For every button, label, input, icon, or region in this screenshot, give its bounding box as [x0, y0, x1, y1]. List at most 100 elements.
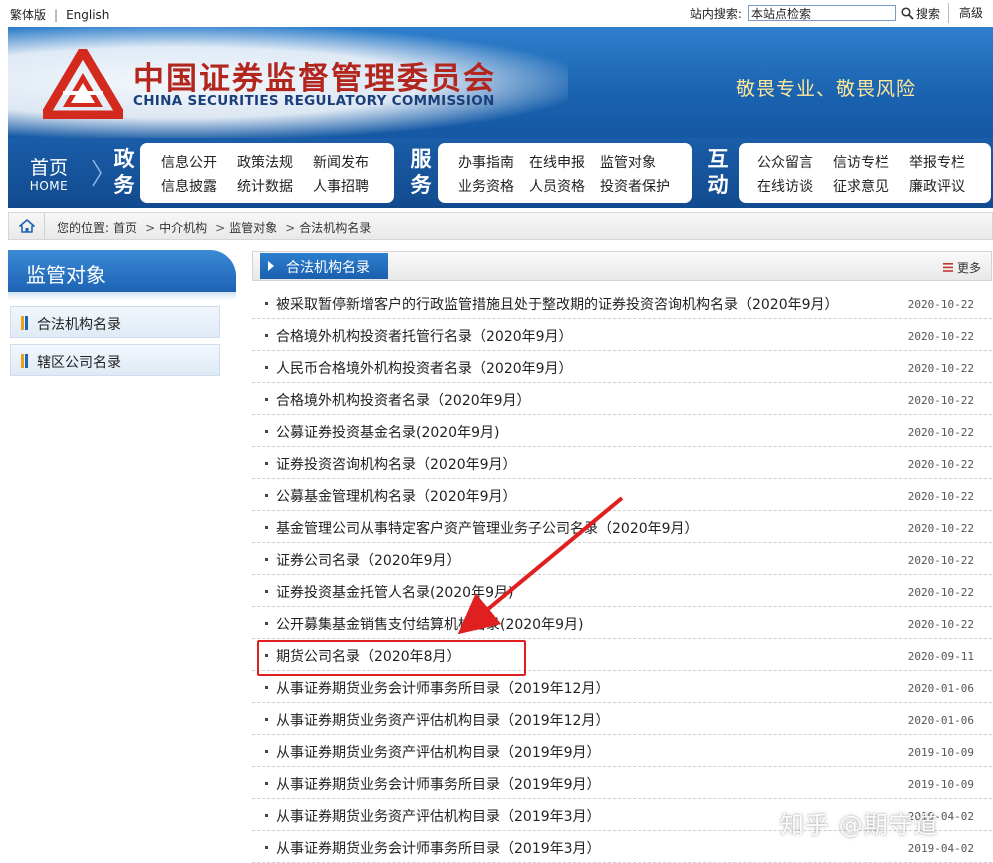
list-item[interactable]: 从事证券期货业务会计师事务所目录（2019年12月） 2020-01-06 — [252, 671, 992, 703]
nav-item-solicit-opinions[interactable]: 征求意见 — [833, 176, 909, 196]
nav-item-online-filing[interactable]: 在线申报 — [529, 152, 600, 172]
breadcrumb-item[interactable]: 监管对象 — [229, 221, 277, 235]
sidebar-item-label: 辖区公司名录 — [37, 355, 121, 371]
list-icon — [942, 263, 953, 272]
list-item-title[interactable]: 从事证券期货业务会计师事务所目录（2019年3月） — [276, 838, 601, 858]
sidebar-item-legal-institutions[interactable]: 合法机构名录 — [10, 306, 220, 338]
nav-home[interactable]: 首页 HOME — [8, 138, 90, 208]
sidebar-item-regional-companies[interactable]: 辖区公司名录 — [10, 344, 220, 376]
nav-item-petition[interactable]: 信访专栏 — [833, 152, 909, 172]
list-item-date: 2020-10-22 — [907, 490, 974, 503]
list-item[interactable]: 证券投资基金托管人名录(2020年9月) 2020-10-22 — [252, 575, 992, 607]
list-item[interactable]: 合格境外机构投资者名录（2020年9月） 2020-10-22 — [252, 383, 992, 415]
list-item-title[interactable]: 证券投资基金托管人名录(2020年9月) — [276, 582, 513, 602]
list-item-title[interactable]: 公募证券投资基金名录(2020年9月) — [276, 422, 499, 442]
list-item[interactable]: 基金管理公司从事特定客户资产管理业务子公司名录（2020年9月） 2020-10-… — [252, 511, 992, 543]
bullet-icon — [265, 590, 268, 593]
bullet-icon — [265, 782, 268, 785]
more-label: 更多 — [956, 261, 981, 275]
nav-item-integrity-review[interactable]: 廉政评议 — [909, 176, 965, 196]
breadcrumb-home[interactable] — [9, 213, 45, 239]
nav-item-report[interactable]: 举报专栏 — [909, 152, 965, 172]
list-item-title[interactable]: 证券投资咨询机构名录（2020年9月） — [276, 454, 517, 474]
list-item[interactable]: 从事证券期货业务资产评估机构目录（2019年12月） 2020-01-06 — [252, 703, 992, 735]
list-item-title[interactable]: 期货公司名录（2020年8月） — [276, 646, 461, 666]
bullet-icon — [265, 494, 268, 497]
nav-item-news[interactable]: 新闻发布 — [313, 152, 369, 172]
nav-item-online-interview[interactable]: 在线访谈 — [757, 176, 833, 196]
site-search: 站内搜索: 搜索 高级 — [690, 3, 993, 23]
traditional-chinese-link[interactable]: 繁体版 — [10, 8, 46, 22]
breadcrumb-separator: > — [215, 221, 226, 235]
advanced-search-link[interactable]: 高级 — [947, 3, 993, 23]
nav-item-public-message[interactable]: 公众留言 — [757, 152, 833, 172]
bullet-icon — [265, 846, 268, 849]
bullet-icon — [265, 302, 268, 305]
site-slogan: 敬畏专业、敬畏风险 — [736, 78, 917, 100]
search-button[interactable]: 搜索 — [901, 5, 940, 22]
sidebar-title: 监管对象 — [8, 250, 236, 292]
list-item[interactable]: 公募证券投资基金名录(2020年9月) 2020-10-22 — [252, 415, 992, 447]
list-title: 合法机构名录 — [286, 260, 370, 276]
nav-item-personnel-qualification[interactable]: 人员资格 — [529, 176, 600, 196]
nav-item-statistics[interactable]: 统计数据 — [237, 176, 313, 196]
list-item[interactable]: 人民币合格境外机构投资者名录（2020年9月） 2020-10-22 — [252, 351, 992, 383]
list-item-title[interactable]: 证券公司名录（2020年9月） — [276, 550, 461, 570]
list-item-title[interactable]: 从事证券期货业务资产评估机构目录（2019年3月） — [276, 806, 601, 826]
list-item-title[interactable]: 从事证券期货业务资产评估机构目录（2019年12月） — [276, 710, 609, 730]
breadcrumb-item-current[interactable]: 合法机构名录 — [299, 221, 371, 235]
list-item-date: 2020-10-22 — [907, 426, 974, 439]
csrc-logo-icon[interactable] — [43, 49, 123, 119]
search-input[interactable] — [747, 5, 896, 21]
list-item[interactable]: 公开募集基金销售支付结算机构名录(2020年9月) 2020-10-22 — [252, 607, 992, 639]
list-item-title[interactable]: 被采取暂停新增客户的行政监管措施且处于整改期的证券投资咨询机构名录（2020年9… — [276, 294, 839, 314]
list-item[interactable]: 合格境外机构投资者托管行名录（2020年9月） 2020-10-22 — [252, 319, 992, 351]
list-item-title[interactable]: 人民币合格境外机构投资者名录（2020年9月） — [276, 358, 573, 378]
nav-item-business-qualification[interactable]: 业务资格 — [458, 176, 529, 196]
nav-item-investor-protection[interactable]: 投资者保护 — [600, 176, 670, 196]
bar-marker-icon — [21, 316, 29, 330]
language-switch: 繁体版 | English — [10, 6, 109, 23]
list-item-title[interactable]: 合格境外机构投资者托管行名录（2020年9月） — [276, 326, 573, 346]
breadcrumb-separator: > — [145, 221, 156, 235]
list-item-title[interactable]: 公募基金管理机构名录（2020年9月） — [276, 486, 517, 506]
list-item-title[interactable]: 从事证券期货业务资产评估机构目录（2019年9月） — [276, 742, 601, 762]
top-bar: 繁体版 | English 站内搜索: 搜索 高级 — [0, 0, 993, 26]
nav-item-info-disclosure-public[interactable]: 信息公开 — [161, 152, 237, 172]
list-item-date: 2019-04-02 — [907, 842, 974, 855]
list-item[interactable]: 期货公司名录（2020年8月） 2020-09-11 — [252, 639, 992, 671]
list-item-date: 2020-10-22 — [907, 522, 974, 535]
bar-marker-icon — [21, 354, 29, 368]
triangle-right-icon — [268, 261, 274, 271]
list-item-date: 2020-10-22 — [907, 298, 974, 311]
home-icon — [18, 219, 35, 233]
list-item-title[interactable]: 从事证券期货业务会计师事务所目录（2019年9月） — [276, 774, 601, 794]
list-item[interactable]: 被采取暂停新增客户的行政监管措施且处于整改期的证券投资咨询机构名录（2020年9… — [252, 287, 992, 319]
list-item-title[interactable]: 公开募集基金销售支付结算机构名录(2020年9月) — [276, 614, 583, 634]
nav-item-regulated-entities[interactable]: 监管对象 — [600, 152, 656, 172]
list-item[interactable]: 证券公司名录（2020年9月） 2020-10-22 — [252, 543, 992, 575]
nav-home-cn: 首页 — [29, 157, 68, 179]
list-item-title[interactable]: 合格境外机构投资者名录（2020年9月） — [276, 390, 531, 410]
nav-category-government: 政务 — [113, 146, 135, 197]
bullet-icon — [265, 558, 268, 561]
more-link[interactable]: 更多 — [942, 259, 981, 276]
nav-panel-interaction: 公众留言 信访专栏 举报专栏 在线访谈 征求意见 廉政评议 — [739, 143, 991, 203]
list-item[interactable]: 从事证券期货业务资产评估机构目录（2019年9月） 2019-10-09 — [252, 735, 992, 767]
bullet-icon — [265, 462, 268, 465]
english-link[interactable]: English — [66, 8, 109, 22]
list-item-date: 2019-10-09 — [907, 746, 974, 759]
bullet-icon — [265, 430, 268, 433]
list-item[interactable]: 证券投资咨询机构名录（2020年9月） 2020-10-22 — [252, 447, 992, 479]
nav-item-info-disclosure[interactable]: 信息披露 — [161, 176, 237, 196]
nav-item-guide[interactable]: 办事指南 — [458, 152, 529, 172]
list-item-title[interactable]: 基金管理公司从事特定客户资产管理业务子公司名录（2020年9月） — [276, 518, 699, 538]
breadcrumb-item[interactable]: 首页 — [113, 221, 137, 235]
list-item-title[interactable]: 从事证券期货业务会计师事务所目录（2019年12月） — [276, 678, 609, 698]
nav-item-recruitment[interactable]: 人事招聘 — [313, 176, 369, 196]
list-item[interactable]: 从事证券期货业务会计师事务所目录（2019年9月） 2019-10-09 — [252, 767, 992, 799]
nav-category-service: 服务 — [410, 146, 432, 197]
list-item[interactable]: 公募基金管理机构名录（2020年9月） 2020-10-22 — [252, 479, 992, 511]
nav-item-policies[interactable]: 政策法规 — [237, 152, 313, 172]
breadcrumb-item[interactable]: 中介机构 — [159, 221, 207, 235]
